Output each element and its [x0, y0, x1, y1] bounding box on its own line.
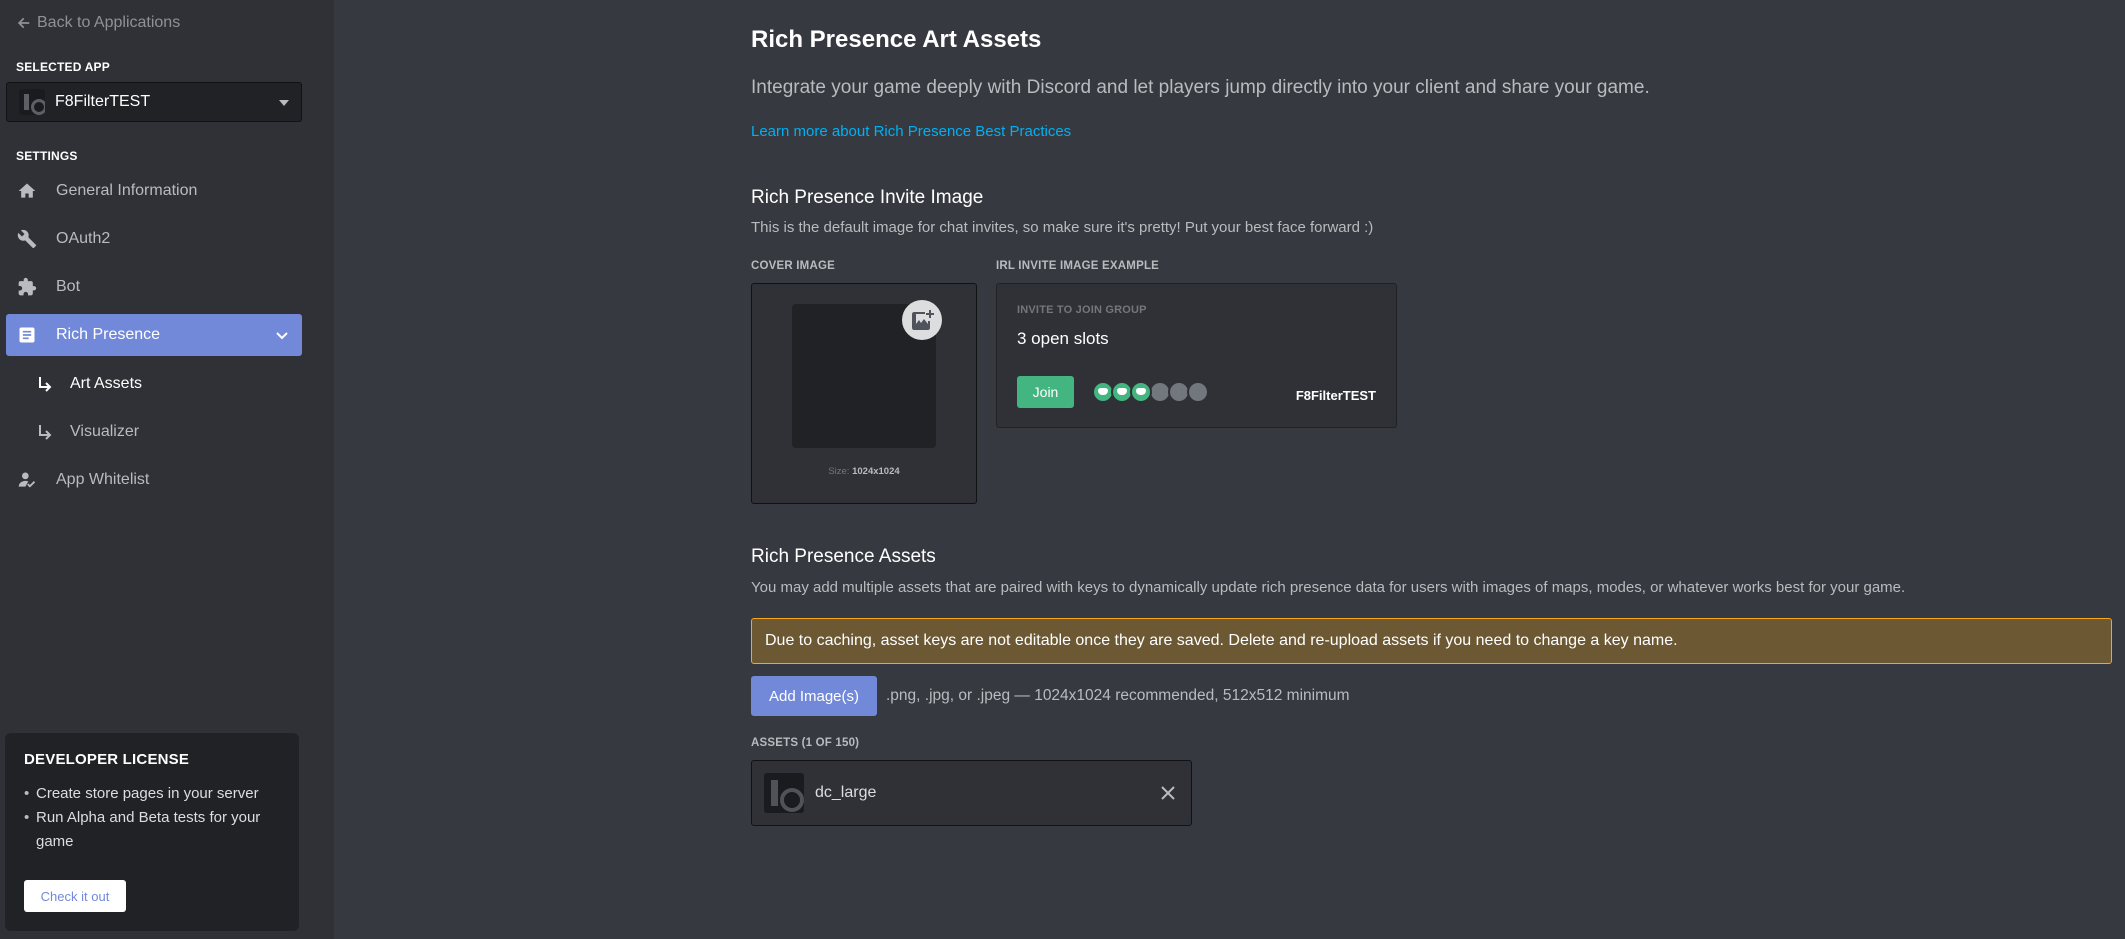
wrench-icon: [16, 228, 38, 250]
app-selector-value: F8FilterTEST: [55, 93, 151, 110]
cover-image-uploader[interactable]: Size: 1024x1024: [751, 283, 977, 504]
chevron-down-icon: [276, 332, 288, 340]
cover-size-value: 1024x1024: [852, 466, 900, 477]
join-button[interactable]: Join: [1017, 376, 1074, 408]
close-icon[interactable]: [1159, 784, 1177, 802]
sidebar-item-general-information[interactable]: General Information: [6, 170, 302, 212]
document-icon: [16, 324, 38, 346]
assets-count-label: ASSETS (1 OF 150): [751, 737, 860, 749]
avatar: [1130, 381, 1152, 403]
add-image-button[interactable]: [902, 300, 942, 340]
dropdown-caret-icon: [279, 100, 289, 106]
sidebar-subitem-label: Visualizer: [70, 423, 140, 440]
sidebar-item-label: Rich Presence: [56, 326, 161, 343]
sub-arrow-icon: [39, 377, 52, 392]
assets-section-description: You may add multiple assets that are pai…: [751, 579, 1906, 596]
sidebar-item-label: App Whitelist: [56, 471, 150, 488]
developer-license-list: Create store pages in your server Run Al…: [24, 782, 280, 854]
sidebar-item-bot[interactable]: Bot: [6, 266, 302, 308]
back-link-label: Back to Applications: [37, 14, 181, 31]
page-title: Rich Presence Art Assets: [751, 26, 1042, 53]
invite-section-description: This is the default image for chat invit…: [751, 219, 1374, 236]
home-icon: [16, 180, 38, 202]
selected-app-label: SELECTED APP: [16, 60, 110, 74]
list-item: dc_large: [751, 760, 1192, 826]
invite-section-title: Rich Presence Invite Image: [751, 187, 984, 208]
invite-header: INVITE TO JOIN GROUP: [1017, 304, 1147, 316]
back-to-applications-link[interactable]: Back to Applications: [17, 14, 180, 32]
invite-example-label: IRL INVITE IMAGE EXAMPLE: [996, 260, 1160, 272]
check-it-out-button[interactable]: Check it out: [24, 880, 126, 912]
sidebar-item-rich-presence[interactable]: Rich Presence: [6, 314, 302, 356]
cover-image-label: COVER IMAGE: [751, 260, 835, 272]
sidebar-item-app-whitelist[interactable]: App Whitelist: [6, 459, 302, 501]
party-avatars: [1092, 381, 1209, 403]
sidebar-item-label: General Information: [56, 182, 198, 199]
sidebar-subitem-label: Art Assets: [70, 375, 143, 392]
cover-size-prefix: Size:: [828, 466, 850, 477]
puzzle-icon: [16, 276, 38, 298]
upload-format-hint: .png, .jpg, or .jpeg — 1024x1024 recomme…: [886, 687, 1350, 704]
open-slots-text: 3 open slots: [1017, 329, 1109, 348]
developer-license-title: DEVELOPER LICENSE: [24, 751, 190, 768]
asset-key-name[interactable]: dc_large: [815, 784, 876, 802]
sub-arrow-icon: [39, 425, 52, 440]
empty-slot: [1187, 381, 1209, 403]
settings-label: SETTINGS: [16, 149, 78, 163]
invite-example-card: INVITE TO JOIN GROUP 3 open slots Join F…: [996, 283, 1397, 428]
sidebar-item-oauth2[interactable]: OAuth2: [6, 218, 302, 260]
sidebar-subitem-visualizer[interactable]: Visualizer: [36, 414, 139, 450]
sidebar-subitem-art-assets[interactable]: Art Assets: [36, 366, 142, 402]
asset-thumbnail: [764, 773, 804, 813]
developer-license-card: DEVELOPER LICENSE Create store pages in …: [5, 733, 299, 931]
assets-section-title: Rich Presence Assets: [751, 546, 936, 567]
sidebar-item-label: OAuth2: [56, 230, 111, 247]
learn-more-link[interactable]: Learn more about Rich Presence Best Prac…: [751, 123, 1071, 140]
sidebar: Back to Applications SELECTED APP F8Filt…: [0, 0, 334, 939]
app-selector[interactable]: F8FilterTEST: [6, 82, 302, 122]
main-content: Rich Presence Art Assets Integrate your …: [334, 0, 2125, 939]
add-images-button[interactable]: Add Image(s): [751, 676, 877, 716]
user-check-icon: [16, 469, 38, 491]
list-item: Run Alpha and Beta tests for your game: [24, 806, 280, 854]
invite-app-name: F8FilterTEST: [1295, 388, 1376, 403]
cover-size-text: Size: 1024x1024: [752, 466, 976, 477]
list-item: Create store pages in your server: [24, 782, 280, 806]
page-description: Integrate your game deeply with Discord …: [751, 77, 1650, 98]
add-image-icon: [912, 310, 934, 330]
sidebar-item-label: Bot: [56, 278, 81, 295]
app-icon: [19, 89, 45, 115]
arrow-left-icon: [17, 17, 30, 29]
caching-warning: Due to caching, asset keys are not edita…: [751, 618, 2112, 664]
